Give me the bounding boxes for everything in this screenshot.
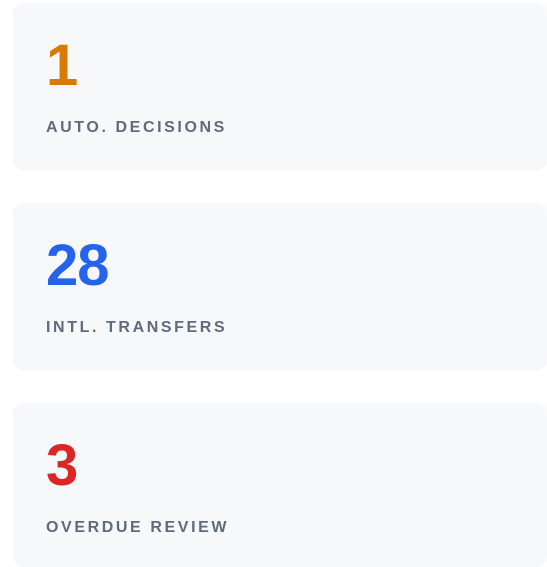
stat-value: 3: [46, 433, 78, 498]
stat-label: OVERDUE REVIEW: [46, 519, 230, 536]
stats-panel: 1 AUTO. DECISIONS 28 INTL. TRANSFERS 3 O…: [0, 0, 547, 567]
stat-card-overdue-review: 3 OVERDUE REVIEW: [13, 403, 547, 567]
stat-label: AUTO. DECISIONS: [46, 119, 227, 136]
stat-label: INTL. TRANSFERS: [46, 319, 228, 336]
stat-card-intl-transfers: 28 INTL. TRANSFERS: [13, 203, 547, 370]
stat-value: 28: [46, 233, 110, 298]
stat-value: 1: [46, 33, 78, 98]
stat-card-auto-decisions: 1 AUTO. DECISIONS: [13, 3, 547, 170]
